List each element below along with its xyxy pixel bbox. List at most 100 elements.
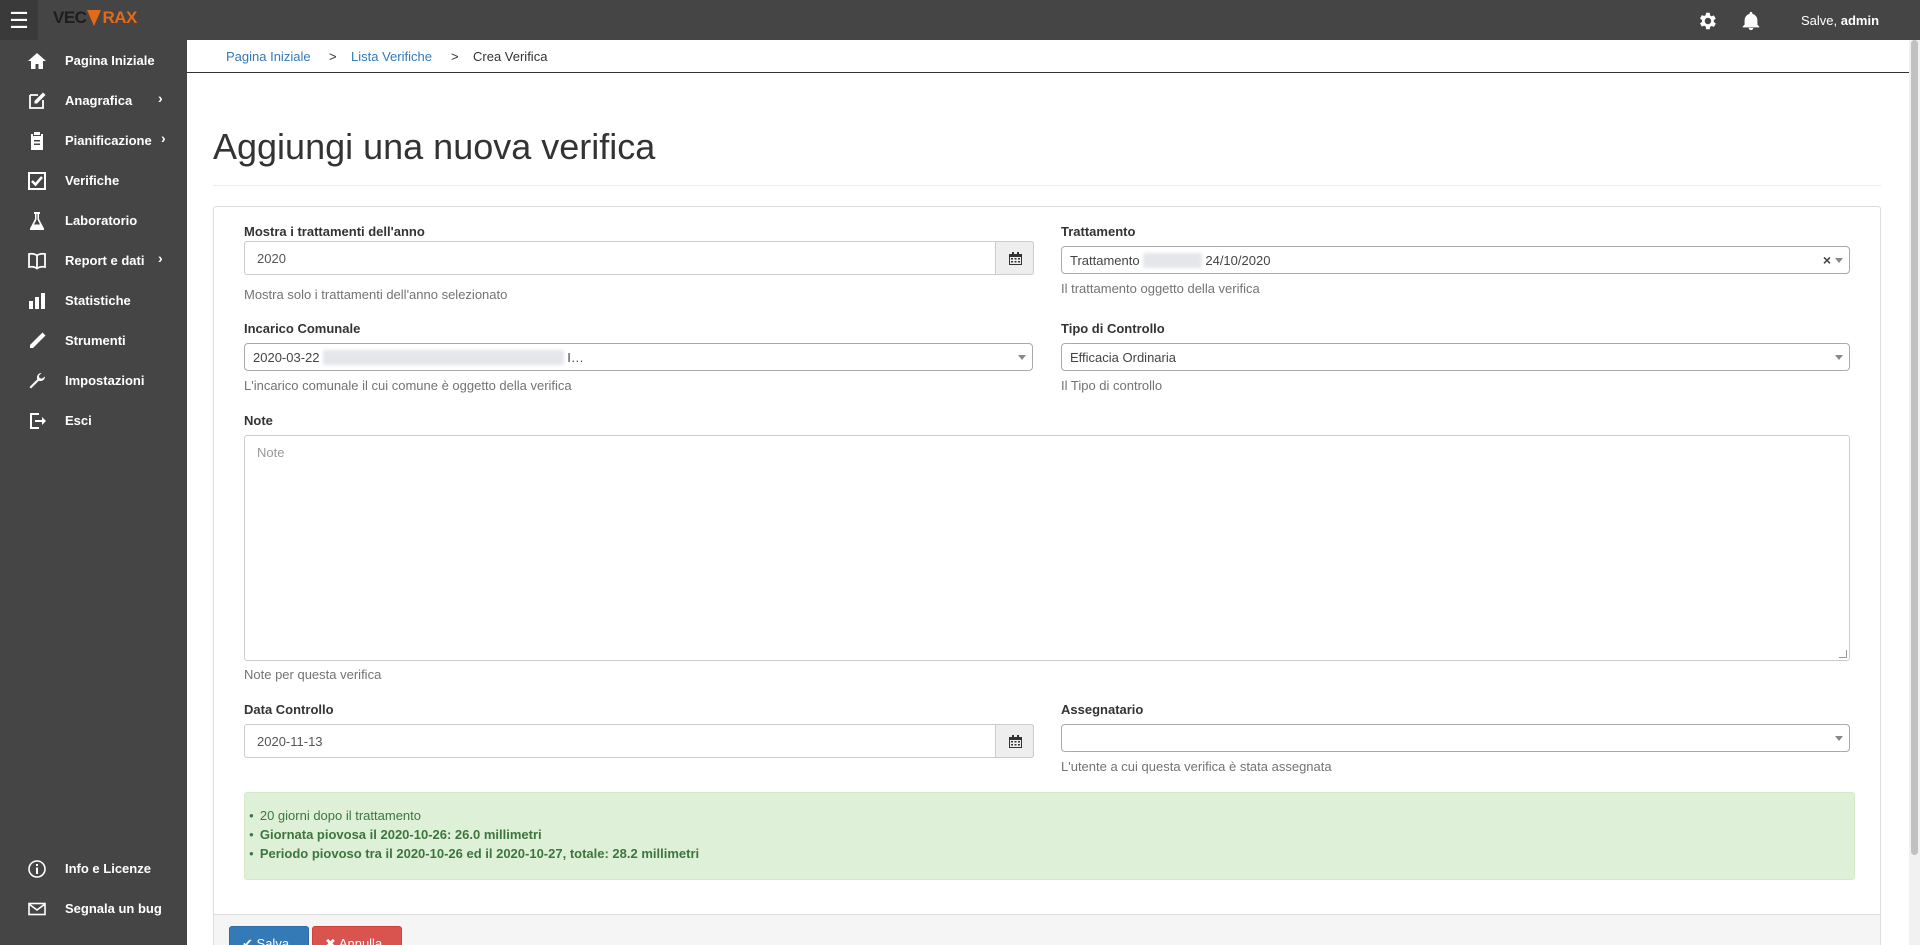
note-label: Note xyxy=(244,413,273,428)
tipo-value: Efficacia Ordinaria xyxy=(1070,350,1176,365)
sidebar-item-pianificazione[interactable]: Pianificazione › xyxy=(0,120,187,160)
sidebar-item-label: Segnala un bug xyxy=(65,901,162,916)
assegnatario-help: L'utente a cui questa verifica è stata a… xyxy=(1061,759,1332,774)
incarico-label: Incarico Comunale xyxy=(244,321,361,336)
anno-calendar-button[interactable] xyxy=(995,241,1034,275)
breadcrumb-lista-verifiche-link[interactable]: Lista Verifiche xyxy=(351,49,432,64)
checkbox-icon xyxy=(28,172,46,190)
user-greeting[interactable]: Salve, admin xyxy=(1801,13,1879,28)
bar-chart-icon xyxy=(29,293,45,309)
trattamento-value: Trattamento xxxxxxxxx 24/10/2020 xyxy=(1070,253,1271,268)
rain-info-alert: 20 giorni dopo il trattamento Giornata p… xyxy=(244,792,1855,880)
anno-input[interactable]: 2020 xyxy=(244,241,1034,275)
data-controllo-input[interactable]: 2020-11-13 xyxy=(244,724,1034,758)
breadcrumb-separator: > xyxy=(329,49,337,64)
dropdown-arrow-icon xyxy=(1018,355,1026,360)
sign-out-icon xyxy=(30,413,46,429)
top-bar: ☰ VEC RAX Salve, admin xyxy=(0,0,1920,40)
app-logo[interactable]: VEC RAX xyxy=(53,8,137,32)
bell-icon[interactable] xyxy=(1740,10,1762,32)
tipo-help: Il Tipo di controllo xyxy=(1061,378,1163,393)
alert-item: Giornata piovosa il 2020-10-26: 26.0 mil… xyxy=(249,827,542,842)
sidebar-item-laboratorio[interactable]: Laboratorio xyxy=(0,200,187,240)
page-title: Aggiungi una nuova verifica xyxy=(213,126,656,167)
main-content: Pagina Iniziale > Lista Verifiche > Crea… xyxy=(187,40,1909,945)
edit-icon xyxy=(29,92,46,109)
cancel-button-label: Annulla xyxy=(338,936,383,945)
alert-item: 20 giorni dopo il trattamento xyxy=(249,808,421,823)
sidebar-item-esci[interactable]: Esci xyxy=(0,400,187,440)
book-icon xyxy=(28,252,46,270)
dropdown-arrow-icon xyxy=(1835,355,1843,360)
chevron-right-icon: › xyxy=(158,90,163,106)
incarico-help: L'incarico comunale il cui comune è ogge… xyxy=(244,378,572,393)
sidebar-item-strumenti[interactable]: Strumenti xyxy=(0,320,187,360)
redacted-text: xxxxxxxxx xyxy=(1143,253,1202,268)
form-panel: Mostra i trattamenti dell'anno 2020 Most… xyxy=(213,206,1881,945)
sidebar-item-pagina-iniziale[interactable]: Pagina Iniziale xyxy=(0,40,187,80)
resize-handle-icon[interactable] xyxy=(1839,650,1847,658)
note-placeholder: Note xyxy=(257,445,285,460)
sidebar-item-info-e-licenze[interactable]: Info e Licenze xyxy=(0,848,187,888)
incarico-value: 2020-03-22 xxxxxxxxxxxxxxxxxxxxxxxxxxxxx… xyxy=(253,350,584,365)
sidebar-item-label: Impostazioni xyxy=(65,373,145,388)
redacted-text: xxxxxxxxxxxxxxxxxxxxxxxxxxxxxxxxxxxxx xyxy=(323,350,564,365)
sidebar-item-label: Pianificazione xyxy=(65,133,152,148)
note-textarea[interactable]: Note xyxy=(244,435,1850,661)
sidebar-item-anagrafica[interactable]: Anagrafica › xyxy=(0,80,187,120)
data-controllo-label: Data Controllo xyxy=(244,702,334,717)
sidebar-item-report-e-dati[interactable]: Report e dati › xyxy=(0,240,187,280)
sidebar-item-label: Info e Licenze xyxy=(65,861,151,876)
assegnatario-label: Assegnatario xyxy=(1061,702,1144,717)
sidebar-item-statistiche[interactable]: Statistiche xyxy=(0,280,187,320)
logo-right-text: RAX xyxy=(102,8,137,27)
dropdown-arrow-icon xyxy=(1835,258,1843,263)
username: admin xyxy=(1840,13,1880,28)
page-scrollbar[interactable] xyxy=(1909,40,1920,945)
info-icon xyxy=(28,860,46,878)
sidebar-item-label: Laboratorio xyxy=(65,213,138,228)
trattamento-select[interactable]: Trattamento xxxxxxxxx 24/10/2020 × xyxy=(1061,246,1850,274)
calendar-icon xyxy=(1009,735,1022,748)
pen-icon xyxy=(30,332,46,348)
logo-mark xyxy=(87,10,102,26)
sidebar-item-label: Anagrafica xyxy=(65,93,133,108)
home-icon xyxy=(28,53,46,69)
sidebar-item-label: Esci xyxy=(65,413,92,428)
alert-item: Periodo piovoso tra il 2020-10-26 ed il … xyxy=(249,846,699,861)
tipo-label: Tipo di Controllo xyxy=(1061,321,1165,336)
tipo-select[interactable]: Efficacia Ordinaria xyxy=(1061,343,1850,371)
form-footer: ✔ Salva ✖ Annulla xyxy=(214,914,1880,945)
anno-value: 2020 xyxy=(257,251,286,266)
breadcrumb: Pagina Iniziale > Lista Verifiche > Crea… xyxy=(187,40,1909,73)
sidebar: Pagina Iniziale Anagrafica › Pianificazi… xyxy=(0,40,187,945)
sidebar-item-label: Strumenti xyxy=(65,333,126,348)
sidebar-item-segnala-un-bug[interactable]: Segnala un bug xyxy=(0,888,187,928)
clear-icon[interactable]: × xyxy=(1823,252,1831,268)
data-calendar-button[interactable] xyxy=(995,724,1034,758)
sidebar-item-label: Pagina Iniziale xyxy=(65,53,155,68)
save-button[interactable]: ✔ Salva xyxy=(229,926,309,945)
anno-help: Mostra solo i trattamenti dell'anno sele… xyxy=(244,287,508,302)
dropdown-arrow-icon xyxy=(1835,736,1843,741)
scrollbar-thumb[interactable] xyxy=(1911,40,1918,855)
save-button-label: Salva xyxy=(256,936,290,945)
close-icon: ✖ xyxy=(325,936,336,945)
sidebar-item-label: Statistiche xyxy=(65,293,131,308)
cancel-button[interactable]: ✖ Annulla xyxy=(312,926,402,945)
assegnatario-select[interactable] xyxy=(1061,724,1850,752)
trattamento-label: Trattamento xyxy=(1061,224,1136,239)
sidebar-item-impostazioni[interactable]: Impostazioni xyxy=(0,360,187,400)
trattamento-help: Il trattamento oggetto della verifica xyxy=(1061,281,1260,296)
chevron-right-icon: › xyxy=(158,250,163,266)
greeting-prefix: Salve, xyxy=(1801,13,1838,28)
hamburger-icon[interactable]: ☰ xyxy=(0,0,38,40)
incarico-select[interactable]: 2020-03-22 xxxxxxxxxxxxxxxxxxxxxxxxxxxxx… xyxy=(244,343,1033,371)
sidebar-item-label: Verifiche xyxy=(65,173,120,188)
flask-icon xyxy=(30,212,44,230)
sidebar-item-verifiche[interactable]: Verifiche xyxy=(0,160,187,200)
anno-label: Mostra i trattamenti dell'anno xyxy=(244,224,425,239)
breadcrumb-home-link[interactable]: Pagina Iniziale xyxy=(226,49,311,64)
note-help: Note per questa verifica xyxy=(244,667,382,682)
gear-icon[interactable] xyxy=(1696,10,1718,32)
